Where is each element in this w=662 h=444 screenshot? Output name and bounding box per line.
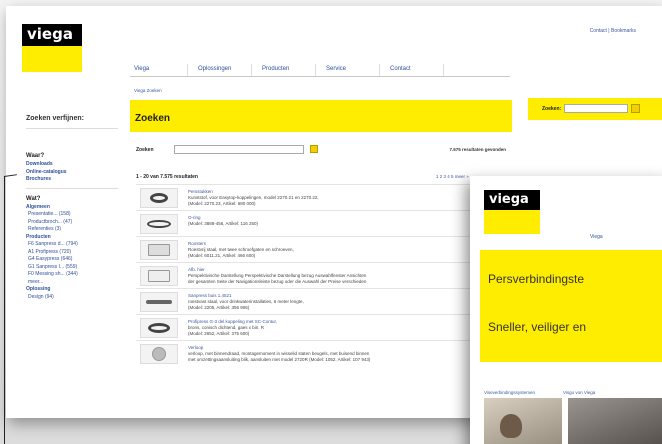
hero-line-1: Persverbindingste [488, 272, 585, 286]
viega-logo-front[interactable]: viega [484, 190, 540, 234]
search-go-button[interactable] [310, 145, 318, 153]
list-item[interactable]: O-ring (Model: 3888-456, Artikel: 116 25… [136, 210, 506, 236]
top-links[interactable]: Contact | Bookmarks [590, 28, 636, 34]
result-description: brons, conisch dichtend, gaes x bin. R (M… [188, 325, 265, 336]
filter-link-downloads[interactable]: Downloads [26, 161, 118, 169]
page-title-band: Zoeken [130, 100, 512, 132]
filter-group-solution[interactable]: Oplossing [26, 286, 118, 294]
hero-line-2: Sneller, veiliger en [488, 320, 587, 334]
nav-item-contact[interactable]: Contact [386, 64, 444, 76]
nav-item-oplossingen[interactable]: Oplossingen [194, 64, 252, 76]
product-thumbnail[interactable] [140, 292, 178, 312]
hero-banner: Persverbindingste Sneller, veiliger en [480, 250, 662, 362]
front-tab-1[interactable]: Viseverbindingssystemen [484, 390, 535, 395]
list-item[interactable]: Persstukken Kunststof, voor Easytop-kopp… [136, 184, 506, 210]
product-thumbnail[interactable] [140, 214, 178, 234]
search-input[interactable] [174, 145, 304, 154]
filter-option[interactable]: G4 Easypress (646) [26, 256, 118, 264]
filter-link-brochures[interactable]: Brochures [26, 176, 118, 184]
quick-search-input[interactable] [564, 104, 628, 113]
list-item[interactable]: Verloop verloop, met binnendraad, montag… [136, 340, 506, 366]
result-description: roestvast staal, voor drinkwaterinstalla… [188, 299, 304, 310]
search-bar: Zoeken 7.575 resultaten gevonden [136, 144, 508, 156]
bracket-line [4, 176, 18, 444]
quick-search-band: Zoeken: [528, 98, 662, 120]
filter-heading-what: Wat? [26, 195, 41, 202]
teaser-image-person[interactable] [484, 398, 562, 444]
filter-option[interactable]: A1 Profipress (720) [26, 249, 118, 257]
result-description: Roestvrij staal, met twee schroefgaten e… [188, 247, 294, 258]
front-nav-item-viega[interactable]: Viega [590, 234, 603, 240]
result-title[interactable]: O-ring [188, 215, 201, 220]
product-thumbnail[interactable] [140, 188, 178, 208]
filter-option[interactable]: F6 Sanpress d... (794) [26, 241, 118, 249]
result-description: (Model: 3888-456, Artikel: 116 250) [188, 221, 258, 226]
screenshot-stage: viega Contact | Bookmarks Viega Oplossin… [0, 0, 662, 444]
divider [26, 187, 118, 189]
product-thumbnail[interactable] [140, 344, 178, 364]
result-title[interactable]: Afb. hier [188, 267, 205, 272]
product-thumbnail[interactable] [140, 240, 178, 260]
result-count: 7.575 resultaten gevonden [449, 147, 506, 152]
product-thumbnail[interactable] [140, 318, 178, 338]
pagination[interactable]: 1 2 3 4 5 meer » [436, 174, 469, 179]
filter-option[interactable]: F0 Messing sh... (344) [26, 271, 118, 279]
filter-option[interactable]: Presentatie... (158) [26, 211, 118, 219]
filter-option[interactable]: Referenties (3) [26, 226, 118, 234]
list-item[interactable]: Roosters Roestvrij staal, met twee schro… [136, 236, 506, 262]
result-title[interactable]: Profipress G-3 del koppeling met SC-Cont… [188, 319, 277, 324]
results-range: 1 - 20 van 7.575 resultaten [136, 174, 198, 180]
viega-logo[interactable]: viega [22, 24, 82, 72]
results-list: Persstukken Kunststof, voor Easytop-kopp… [136, 184, 506, 366]
result-description: verloop, met binnendraad, montagemoment … [188, 351, 371, 362]
teaser-image[interactable] [568, 398, 662, 444]
list-item[interactable]: Profipress G-3 del koppeling met SC-Cont… [136, 314, 506, 340]
search-label: Zoeken [136, 147, 154, 153]
filter-option[interactable]: G1 Sanpress I... (559) [26, 264, 118, 272]
list-item[interactable]: Afb. hier Perspektivische Darstellung Pe… [136, 262, 506, 288]
filter-option[interactable]: Design (94) [26, 294, 118, 302]
homepage-overlay: viega Viega Persverbindingste Sneller, v… [470, 176, 662, 444]
front-tabs: Viseverbindingssystemen Visgo von Viega [484, 390, 662, 395]
logo-wordmark-front: viega [484, 190, 540, 210]
quick-search-go-button[interactable] [631, 104, 640, 113]
filter-link-catalogue[interactable]: Online-catalogus [26, 169, 118, 177]
nav-item-producten[interactable]: Producten [258, 64, 316, 76]
filter-option-more[interactable]: meer... [26, 279, 118, 287]
result-title[interactable]: Roosters [188, 241, 206, 246]
result-title[interactable]: Persstukken [188, 189, 213, 194]
quick-search-label: Zoeken: [542, 106, 562, 112]
filter-option[interactable]: Productbroch... (47) [26, 219, 118, 227]
sidebar-heading: Zoeken verfijnen: [26, 109, 118, 129]
filter-group-products[interactable]: Producten [26, 234, 118, 242]
main-nav: Viega Oplossingen Producten Service Cont… [130, 64, 510, 77]
product-thumbnail[interactable] [140, 266, 178, 286]
page-title: Zoeken [135, 113, 171, 124]
result-title[interactable]: Sanpress buis 1.4521 [188, 293, 232, 298]
result-description: Perspektivische Darstellung Perspektivis… [188, 273, 367, 284]
filter-heading-where: Waar? [26, 153, 45, 159]
result-title[interactable]: Verloop [188, 345, 203, 350]
logo-wordmark: viega [22, 24, 82, 46]
nav-item-viega[interactable]: Viega [130, 64, 188, 76]
front-tab-2[interactable]: Visgo von Viega [563, 390, 595, 395]
result-description: Kunststof, voor Easytop-koppelingen, mod… [188, 195, 319, 206]
list-item[interactable]: Sanpress buis 1.4521 roestvast staal, vo… [136, 288, 506, 314]
breadcrumb[interactable]: Viega Zoeken [134, 88, 162, 93]
filter-group-general[interactable]: Algemeen [26, 204, 118, 212]
refine-filters: Waar? Downloads Online-catalogus Brochur… [26, 146, 118, 301]
nav-item-service[interactable]: Service [322, 64, 380, 76]
